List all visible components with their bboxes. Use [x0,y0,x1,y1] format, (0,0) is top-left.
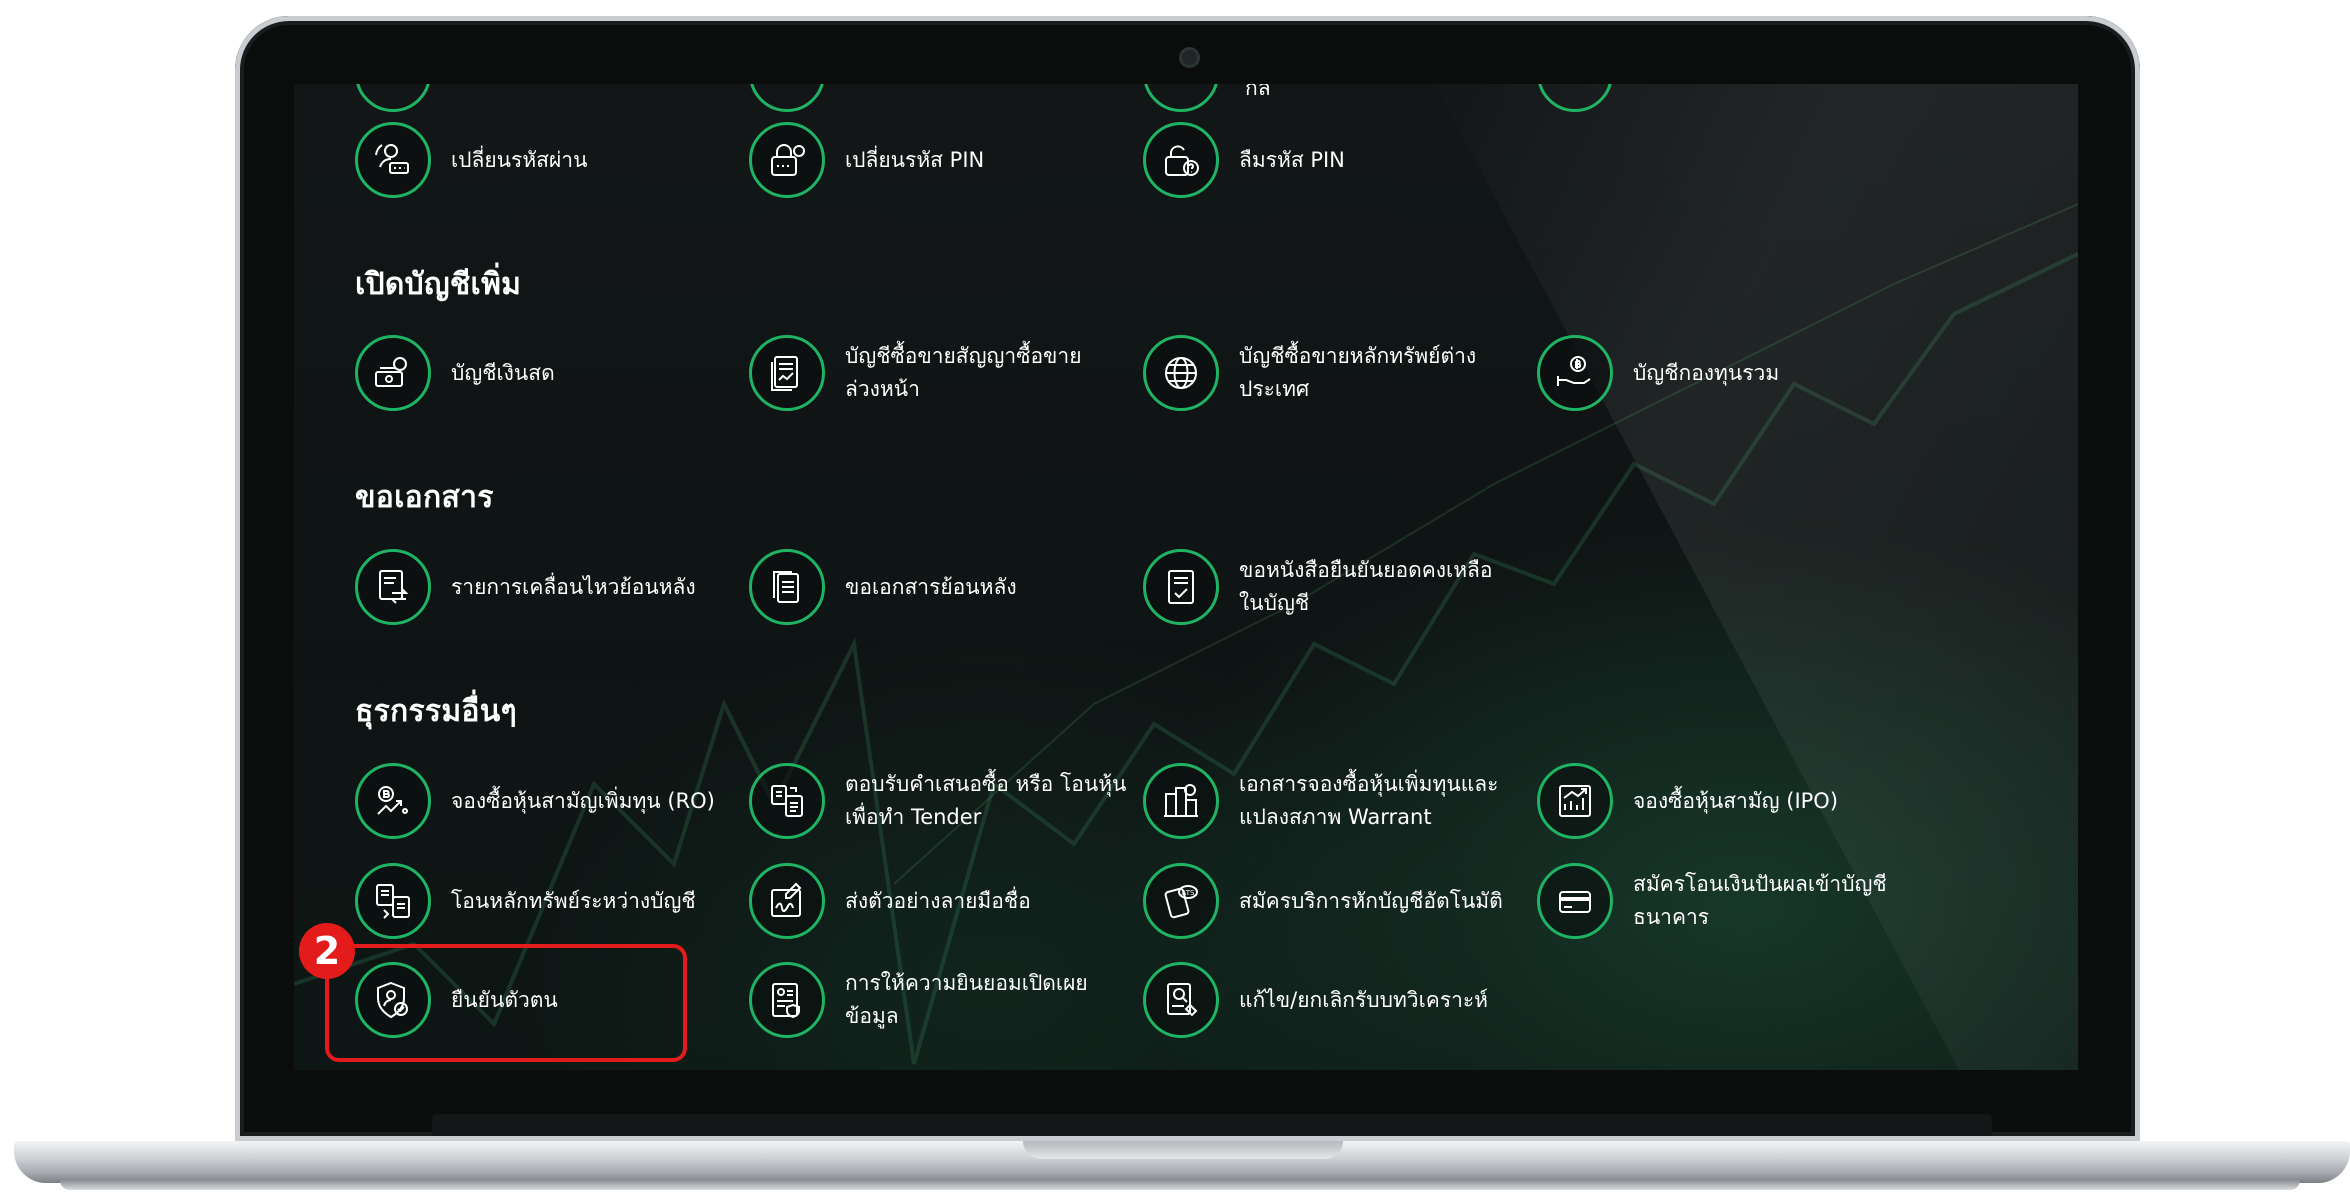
menu-item-signature-sample[interactable]: ส่งตัวอย่างลายมือชื่อ [749,863,1031,939]
menu-item-warrant-document[interactable]: เอกสารจองซื้อหุ้นเพิ่มทุนและ แปลงสภาพ Wa… [1143,763,1498,839]
section-title-request-documents: ขอเอกสาร [355,480,494,515]
menu-item-rights-offering[interactable]: จองซื้อหุ้นสามัญเพิ่มทุน (RO) [355,763,715,839]
balance-confirmation-icon [1143,549,1219,625]
menu-item-label: บัญชีเงินสด [451,360,555,385]
section-title-other-transactions: ธุรกรรมอื่นๆ [355,694,517,729]
menu-item-ipo[interactable]: จองซื้อหุ้นสามัญ (IPO) [1537,763,1838,839]
rights-offering-icon [355,763,431,839]
forgot-pin-icon [1143,122,1219,198]
step-number-badge: 2 [299,923,355,979]
menu-item-document-history[interactable]: ขอเอกสารย้อนหลัง [749,549,1017,625]
laptop-base-edge [60,1180,2300,1190]
menu-item-label: บัญชีซื้อขายสัญญาซื้อขาย ล่วงหน้า [845,344,1082,401]
ipo-icon [1537,763,1613,839]
webcam [1179,47,1200,68]
menu-item-label: จองซื้อหุ้นสามัญ (IPO) [1633,788,1839,813]
cash-account-icon [355,335,431,411]
menu-item-label: รายการเคลื่อนไหวย้อนหลัง [451,574,696,599]
menu-item-label: จองซื้อหุ้นสามัญเพิ่มทุน (RO) [451,788,715,813]
menu-item-label: เปลี่ยนรหัสผ่าน [451,147,588,172]
menu-item-label: บัญชีซื้อขายหลักทรัพย์ต่าง ประเทศ [1239,344,1477,401]
menu-item-foreign-securities-account[interactable]: บัญชีซื้อขายหลักทรัพย์ต่าง ประเทศ [1143,335,1476,411]
mutual-fund-icon [1537,335,1613,411]
menu-item-label: บัญชีกองทุนรวม [1633,360,1780,385]
menu-item-dividend-transfer[interactable]: สมัครโอนเงินปันผลเข้าบัญชี ธนาคาร [1537,863,1887,939]
screen: กล เปลี่ยนรหัสผ่าน เปลี่ยนรหัส PIN ลืมรห… [294,84,2078,1070]
menu-item-tender-offer[interactable]: ตอบรับคำเสนอซื้อ หรือ โอนหุ้น เพื่อทำ Te… [749,763,1126,839]
menu-item-label: การให้ความยินยอมเปิดเผย ข้อมูล [845,971,1088,1028]
menu-item-label: สมัครบริการหักบัญชีอัตโนมัติ [1239,888,1503,913]
menu-item-securities-transfer[interactable]: โอนหลักทรัพย์ระหว่างบัญชี [355,863,696,939]
screen-bottom-bezel [432,1114,1992,1136]
globe-icon [1143,335,1219,411]
ats-icon: ATS [1143,863,1219,939]
menu-item-change-password[interactable]: เปลี่ยนรหัสผ่าน [355,122,587,198]
section-title-open-account: เปิดบัญชีเพิ่ม [355,267,522,302]
menu-item-balance-confirmation[interactable]: ขอหนังสือยืนยันยอดคงเหลือ ในบัญชี [1143,549,1493,625]
laptop-opening-notch [1023,1141,1343,1159]
partial-label-3: กล [1245,84,1271,100]
menu-item-label: ตอบรับคำเสนอซื้อ หรือ โอนหุ้น เพื่อทำ Te… [845,772,1127,829]
svg-text:ATS: ATS [1182,889,1196,897]
transaction-history-icon [355,549,431,625]
securities-transfer-icon [355,863,431,939]
menu-item-cash-account[interactable]: บัญชีเงินสด [355,335,555,411]
menu-item-label: โอนหลักทรัพย์ระหว่างบัญชี [451,888,696,913]
menu-item-ats-service[interactable]: ATS สมัครบริการหักบัญชีอัตโนมัติ [1143,863,1503,939]
menu-item-transaction-history[interactable]: รายการเคลื่อนไหวย้อนหลัง [355,549,696,625]
menu-item-research-subscription[interactable]: แก้ไข/ยกเลิกรับบทวิเคราะห์ [1143,962,1488,1038]
menu-item-mutual-fund-account[interactable]: บัญชีกองทุนรวม [1537,335,1779,411]
menu-item-label: เปลี่ยนรหัส PIN [845,147,985,172]
password-change-icon [355,122,431,198]
menu-item-derivatives-account[interactable]: บัญชีซื้อขายสัญญาซื้อขาย ล่วงหน้า [749,335,1082,411]
menu-item-label: ลืมรหัส PIN [1239,147,1345,172]
menu-item-data-consent[interactable]: การให้ความยินยอมเปิดเผย ข้อมูล [749,962,1088,1038]
pin-change-icon [749,122,825,198]
research-subscription-icon [1143,962,1219,1038]
menu-item-label: แก้ไข/ยกเลิกรับบทวิเคราะห์ [1239,987,1489,1012]
menu-item-forgot-pin[interactable]: ลืมรหัส PIN [1143,122,1345,198]
derivatives-account-icon [749,335,825,411]
signature-icon [749,863,825,939]
menu-item-label: สมัครโอนเงินปันผลเข้าบัญชี ธนาคาร [1633,872,1887,929]
data-consent-icon [749,962,825,1038]
card-icon [1537,863,1613,939]
menu-item-change-pin[interactable]: เปลี่ยนรหัส PIN [749,122,984,198]
menu-item-label: ขอหนังสือยืนยันยอดคงเหลือ ในบัญชี [1239,558,1493,615]
document-history-icon [749,549,825,625]
highlight-box [325,944,687,1062]
menu-item-label: ขอเอกสารย้อนหลัง [845,574,1017,599]
warrant-document-icon [1143,763,1219,839]
menu-item-label: ส่งตัวอย่างลายมือชื่อ [845,888,1031,913]
tender-offer-icon [749,763,825,839]
menu-item-label: เอกสารจองซื้อหุ้นเพิ่มทุนและ แปลงสภาพ Wa… [1239,772,1499,829]
